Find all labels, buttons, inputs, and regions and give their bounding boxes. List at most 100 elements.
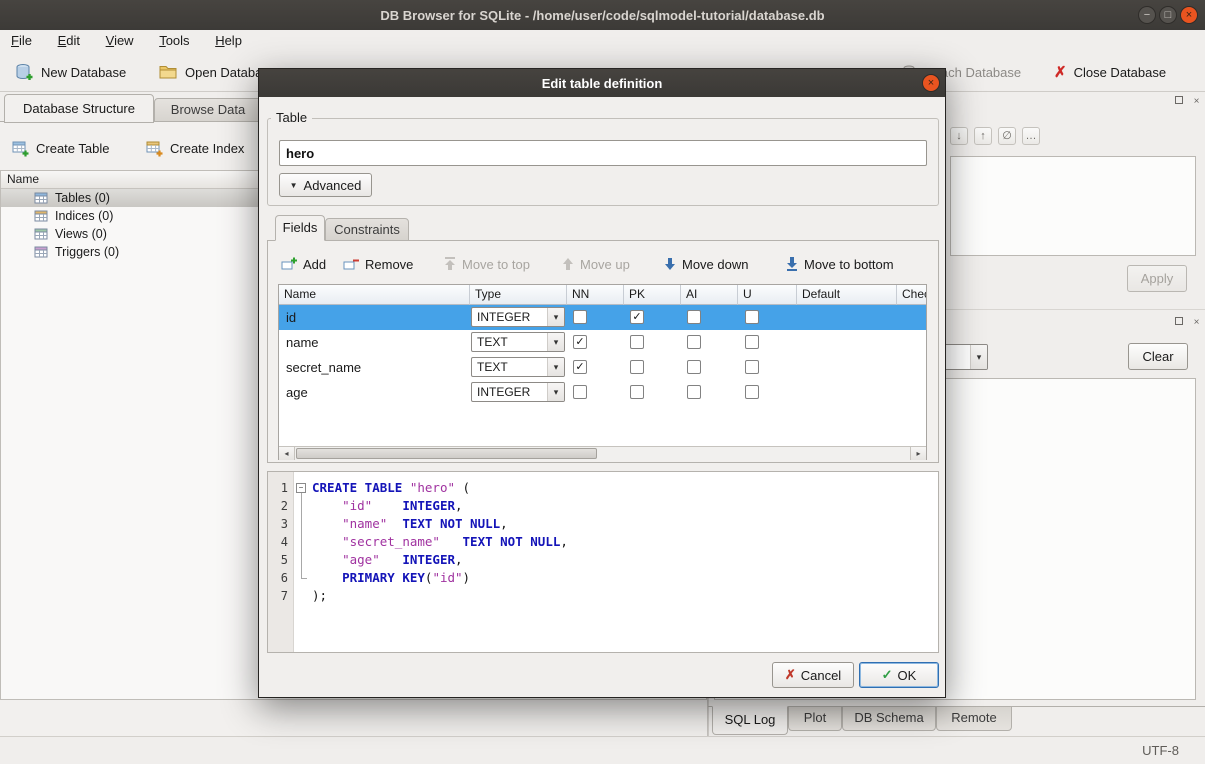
field-row-name[interactable]: name TEXT▾ ✓ <box>279 330 926 355</box>
cell-export-icon[interactable]: ↑ <box>974 127 992 145</box>
combo-arrow-icon: ▾ <box>970 345 987 369</box>
cell-editor-area[interactable] <box>950 156 1196 256</box>
encoding-indicator[interactable]: UTF-8 <box>1142 743 1179 758</box>
tables-icon <box>34 191 48 205</box>
apply-button[interactable]: Apply <box>1127 265 1187 292</box>
clear-label: Clear <box>1142 349 1173 364</box>
create-table-button[interactable]: Create Table <box>12 134 109 162</box>
fold-line <box>301 493 302 578</box>
cell-print-icon[interactable]: … <box>1022 127 1040 145</box>
pk-checkbox[interactable] <box>630 335 644 349</box>
column-header-type[interactable]: Type <box>470 285 567 305</box>
dock1-close-icon[interactable]: × <box>1190 96 1203 109</box>
menu-edit[interactable]: Edit <box>47 30 91 51</box>
dock1-float-icon[interactable] <box>1172 96 1185 109</box>
move-down-button[interactable]: Move down <box>664 250 748 278</box>
column-header-name[interactable]: Name <box>279 285 470 305</box>
nn-checkbox[interactable]: ✓ <box>573 360 587 374</box>
close-database-button[interactable]: ✗ Close Database <box>1054 58 1166 86</box>
scrollbar-thumb[interactable] <box>296 448 597 459</box>
scroll-left-icon[interactable]: ◂ <box>279 447 295 460</box>
ok-check-icon: ✓ <box>882 667 893 683</box>
dialog-tab-constraints[interactable]: Constraints <box>325 218 409 241</box>
ai-checkbox[interactable] <box>687 335 701 349</box>
sql-preview[interactable]: 1234567 − CREATE TABLE "hero" ( "id" INT… <box>267 471 939 653</box>
chevron-down-icon: ▼ <box>290 181 298 190</box>
tab-db-schema[interactable]: DB Schema <box>842 706 936 731</box>
column-header-check[interactable]: Check <box>897 285 926 305</box>
column-header-pk[interactable]: PK <box>624 285 681 305</box>
scroll-right-icon[interactable]: ▸ <box>910 447 926 460</box>
tab-sql-log[interactable]: SQL Log <box>712 706 788 735</box>
pk-checkbox[interactable] <box>630 360 644 374</box>
column-header-u[interactable]: U <box>738 285 797 305</box>
field-row-secret-name[interactable]: secret_name TEXT▾ ✓ <box>279 355 926 380</box>
move-to-bottom-button[interactable]: Move to bottom <box>786 250 894 278</box>
maximize-button[interactable]: □ <box>1159 6 1177 24</box>
pk-checkbox[interactable]: ✓ <box>630 310 644 324</box>
u-checkbox[interactable] <box>745 310 759 324</box>
new-database-button[interactable]: New Database <box>14 58 126 86</box>
table-name-input[interactable] <box>279 140 927 166</box>
move-to-top-button[interactable]: Move to top <box>444 250 530 278</box>
add-field-button[interactable]: Add <box>281 250 326 278</box>
clear-button[interactable]: Clear <box>1128 343 1188 370</box>
ai-checkbox[interactable] <box>687 385 701 399</box>
field-name-cell[interactable]: name <box>279 330 470 355</box>
tab-remote[interactable]: Remote <box>936 706 1012 731</box>
column-header-ai[interactable]: AI <box>681 285 738 305</box>
nn-checkbox[interactable] <box>573 385 587 399</box>
minimize-button[interactable]: − <box>1138 6 1156 24</box>
nn-checkbox[interactable]: ✓ <box>573 335 587 349</box>
ok-button[interactable]: ✓ OK <box>859 662 939 688</box>
fold-marker-icon[interactable]: − <box>296 483 306 493</box>
dock2-float-icon[interactable] <box>1172 317 1185 330</box>
pk-checkbox[interactable] <box>630 385 644 399</box>
u-checkbox[interactable] <box>745 360 759 374</box>
cell-import-icon[interactable]: ↓ <box>950 127 968 145</box>
grid-horizontal-scrollbar[interactable]: ◂ ▸ <box>279 446 926 460</box>
tab-plot[interactable]: Plot <box>788 706 842 731</box>
menu-file[interactable]: File <box>0 30 43 51</box>
app-screen: { "colors": { "selection_blue": "#45a2e8… <box>0 0 1205 764</box>
nn-checkbox[interactable] <box>573 310 587 324</box>
type-combo[interactable]: TEXT▾ <box>471 357 565 377</box>
type-combo[interactable]: TEXT▾ <box>471 332 565 352</box>
views-icon <box>34 227 48 241</box>
new-database-label: New Database <box>41 65 126 80</box>
column-header-default[interactable]: Default <box>797 285 897 305</box>
menu-tools[interactable]: Tools <box>148 30 200 51</box>
column-header-nn[interactable]: NN <box>567 285 624 305</box>
tab-browse-data[interactable]: Browse Data <box>154 98 262 122</box>
u-checkbox[interactable] <box>745 385 759 399</box>
advanced-toggle-button[interactable]: ▼ Advanced <box>279 173 372 197</box>
field-row-id[interactable]: id INTEGER▾ ✓ <box>279 305 926 330</box>
field-row-age[interactable]: age INTEGER▾ <box>279 380 926 405</box>
tab-database-structure[interactable]: Database Structure <box>4 94 154 123</box>
field-name-cell[interactable]: id <box>279 305 470 330</box>
tab-remote-label: Remote <box>951 710 997 725</box>
remove-field-button[interactable]: Remove <box>343 250 413 278</box>
ai-checkbox[interactable] <box>687 360 701 374</box>
ai-checkbox[interactable] <box>687 310 701 324</box>
menu-view[interactable]: View <box>95 30 145 51</box>
type-combo[interactable]: INTEGER▾ <box>471 382 565 402</box>
u-checkbox[interactable] <box>745 335 759 349</box>
dialog-titlebar[interactable]: Edit table definition <box>259 69 945 97</box>
move-up-button[interactable]: Move up <box>562 250 630 278</box>
cell-set-null-icon[interactable]: ∅ <box>998 127 1016 145</box>
window-titlebar[interactable]: DB Browser for SQLite - /home/user/code/… <box>0 0 1205 30</box>
cancel-button[interactable]: ✗ Cancel <box>772 662 854 688</box>
move-to-top-label: Move to top <box>462 257 530 272</box>
field-name-cell[interactable]: secret_name <box>279 355 470 380</box>
window-close-button[interactable]: × <box>1180 6 1198 24</box>
tab-plot-label: Plot <box>804 710 826 725</box>
type-combo[interactable]: INTEGER▾ <box>471 307 565 327</box>
dialog-close-button[interactable]: × <box>922 74 940 92</box>
dialog-tab-fields[interactable]: Fields <box>275 215 325 241</box>
field-name-cell[interactable]: age <box>279 380 470 405</box>
create-index-button[interactable]: Create Index <box>146 134 244 162</box>
create-table-label: Create Table <box>36 141 109 156</box>
menu-help[interactable]: Help <box>204 30 253 51</box>
dock2-close-icon[interactable]: × <box>1190 317 1203 330</box>
